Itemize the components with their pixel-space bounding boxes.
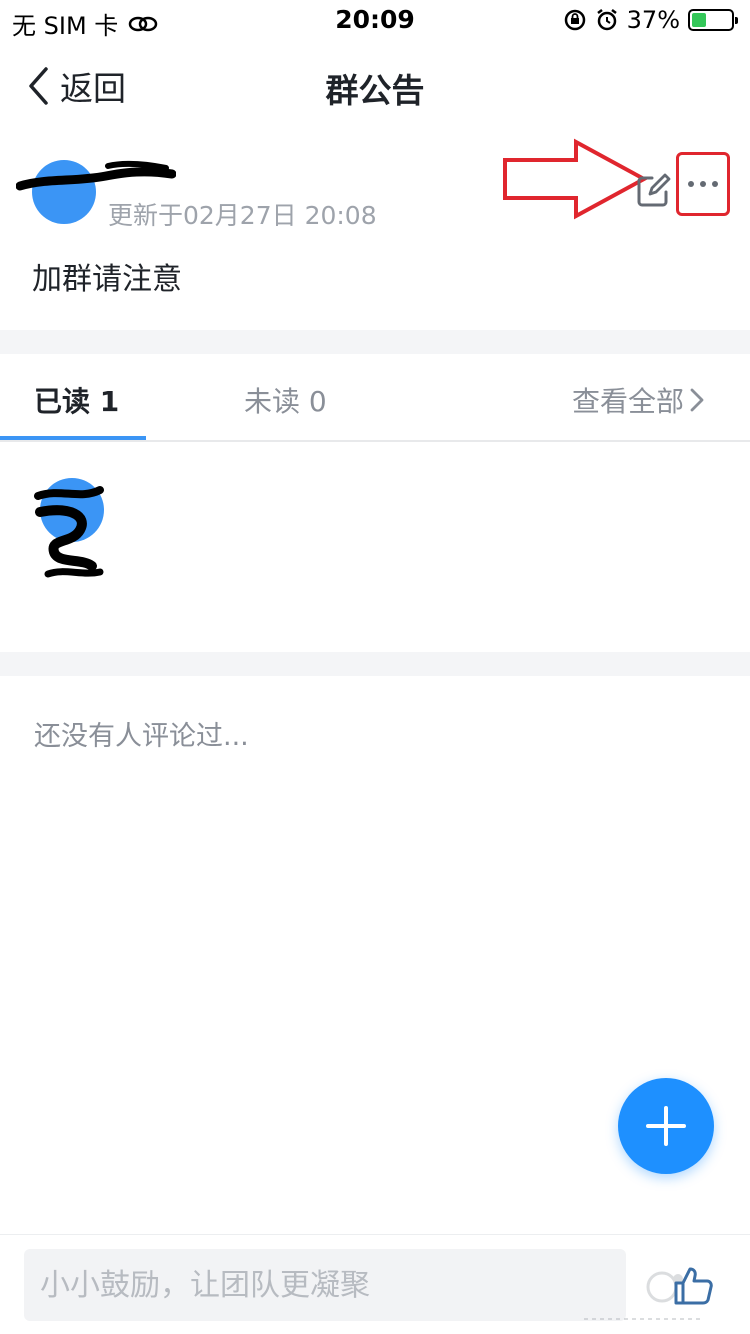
view-all-link[interactable]: 查看全部 (572, 380, 704, 420)
chevron-right-icon (690, 388, 704, 412)
more-dot-icon (688, 181, 694, 187)
status-bar: 无 SIM 卡 20:09 37% (0, 0, 750, 40)
alarm-icon (596, 9, 617, 31)
rotation-lock-icon (564, 9, 585, 31)
plus-icon (646, 1106, 686, 1146)
update-timestamp: 更新于02月27日 20:08 (108, 201, 377, 230)
view-all-label: 查看全部 (571, 385, 684, 418)
more-dot-icon (712, 181, 718, 187)
navigation-bar: 返回 群公告 (0, 40, 750, 130)
tab-unread[interactable]: 未读 0 (244, 380, 327, 420)
battery-fill (692, 13, 706, 27)
empty-comments-text: 还没有人评论过... (34, 721, 249, 752)
reader-list (0, 442, 750, 652)
active-tab-indicator (0, 436, 146, 440)
page-title: 群公告 (325, 71, 425, 110)
more-dot-icon (700, 181, 706, 187)
comment-input[interactable] (24, 1249, 626, 1321)
battery-percent: 37% (626, 6, 680, 34)
announcement-card: 更新于02月27日 20:08 加群请注意 (0, 130, 750, 330)
edit-icon[interactable] (636, 172, 672, 208)
like-icon[interactable] (672, 1265, 714, 1307)
add-comment-button[interactable] (618, 1078, 714, 1174)
annotation-arrow-icon (503, 138, 649, 220)
battery-icon (688, 9, 738, 31)
status-right: 37% (563, 6, 738, 34)
section-divider (0, 652, 750, 676)
more-options-button[interactable] (676, 152, 730, 216)
tab-read[interactable]: 已读 1 (34, 380, 119, 420)
redaction-scribble (16, 160, 176, 191)
read-status-tabs: 已读 1 未读 0 查看全部 (0, 354, 750, 442)
announcement-content: 加群请注意 (32, 262, 182, 297)
redaction-scribble (34, 486, 104, 578)
section-divider (0, 330, 750, 354)
comment-bar (0, 1234, 750, 1334)
